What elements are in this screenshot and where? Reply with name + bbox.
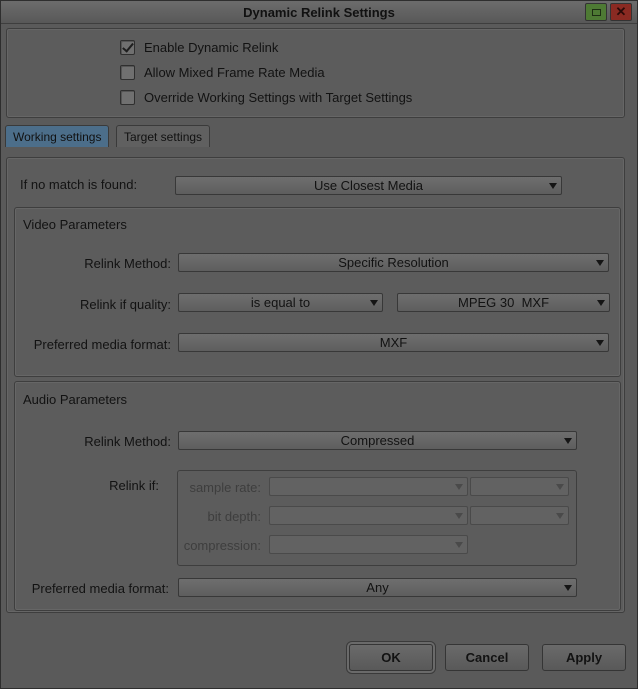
title-bar[interactable]: Dynamic Relink Settings ✕: [1, 1, 637, 24]
allow-mixed-frame-rate-option[interactable]: Allow Mixed Frame Rate Media: [120, 63, 325, 81]
audio-preferred-format-value: Any: [366, 580, 389, 595]
no-match-select[interactable]: Use Closest Media: [175, 176, 562, 195]
bit-depth-label: bit depth:: [207, 509, 262, 524]
chevron-down-icon: [564, 438, 572, 444]
audio-relink-method-value: Compressed: [340, 433, 415, 448]
ok-button[interactable]: OK: [349, 644, 433, 671]
chevron-down-icon: [455, 513, 463, 519]
quality-value: MPEG 30 MXF: [457, 295, 550, 310]
no-match-label: If no match is found:: [20, 177, 138, 192]
allow-mixed-frame-rate-label: Allow Mixed Frame Rate Media: [144, 64, 325, 80]
video-preferred-format-label: Preferred media format:: [33, 337, 171, 352]
enable-dynamic-relink-label: Enable Dynamic Relink: [144, 39, 279, 55]
chevron-down-icon: [549, 183, 557, 189]
chevron-down-icon: [556, 484, 564, 490]
chevron-down-icon: [564, 585, 572, 591]
close-icon: ✕: [615, 4, 627, 19]
compression-label: compression:: [183, 538, 261, 553]
dynamic-relink-dialog: Dynamic Relink Settings ✕ Enable Dynamic…: [0, 0, 638, 689]
enable-dynamic-relink-option[interactable]: Enable Dynamic Relink: [120, 38, 278, 56]
quality-value-select[interactable]: MPEG 30 MXF: [397, 293, 610, 312]
video-relink-method-value: Specific Resolution: [338, 255, 449, 270]
close-button[interactable]: ✕: [610, 3, 632, 21]
video-preferred-format-value: MXF: [379, 335, 408, 350]
chevron-down-icon: [597, 300, 605, 306]
minimize-button[interactable]: [585, 3, 607, 21]
sample-rate-select: [269, 477, 468, 496]
audio-parameters-title: Audio Parameters: [23, 392, 128, 407]
no-match-value: Use Closest Media: [313, 178, 424, 193]
enable-dynamic-relink-checkbox[interactable]: [120, 39, 135, 55]
window-title: Dynamic Relink Settings: [243, 5, 395, 20]
audio-relink-method-select[interactable]: Compressed: [178, 431, 577, 450]
chevron-down-icon: [556, 513, 564, 519]
override-working-settings-checkbox[interactable]: [120, 89, 135, 105]
video-relink-method-select[interactable]: Specific Resolution: [178, 253, 609, 272]
chevron-down-icon: [455, 542, 463, 548]
video-relink-method-label: Relink Method:: [84, 256, 171, 271]
minimize-icon: [591, 8, 601, 16]
chevron-down-icon: [455, 484, 463, 490]
override-working-settings-option[interactable]: Override Working Settings with Target Se…: [120, 88, 412, 106]
tab-working-settings[interactable]: Working settings: [5, 125, 110, 147]
bit-depth-select: [269, 506, 468, 525]
audio-preferred-format-select[interactable]: Any: [178, 578, 577, 597]
bit-depth-value-select: [470, 506, 569, 525]
relink-quality-label: Relink if quality:: [79, 297, 171, 312]
chevron-down-icon: [596, 260, 604, 266]
chevron-down-icon: [370, 300, 378, 306]
tab-target-settings-label: Target settings: [124, 129, 203, 144]
quality-operator-select[interactable]: is equal to: [178, 293, 383, 312]
override-working-settings-label: Override Working Settings with Target Se…: [144, 89, 413, 105]
apply-button[interactable]: Apply: [542, 644, 626, 671]
relink-if-label: Relink if:: [109, 478, 159, 493]
tab-target-settings[interactable]: Target settings: [116, 125, 211, 147]
compression-select: [269, 535, 468, 554]
video-preferred-format-select[interactable]: MXF: [178, 333, 609, 352]
chevron-down-icon: [596, 340, 604, 346]
sample-rate-value-select: [470, 477, 569, 496]
allow-mixed-frame-rate-checkbox[interactable]: [120, 64, 135, 80]
sample-rate-label: sample rate:: [189, 480, 261, 495]
video-parameters-title: Video Parameters: [23, 217, 127, 232]
audio-relink-method-label: Relink Method:: [84, 434, 171, 449]
quality-operator-value: is equal to: [250, 295, 311, 310]
cancel-button[interactable]: Cancel: [445, 644, 529, 671]
audio-preferred-format-label: Preferred media format:: [31, 581, 169, 596]
tab-working-settings-label: Working settings: [13, 129, 102, 144]
